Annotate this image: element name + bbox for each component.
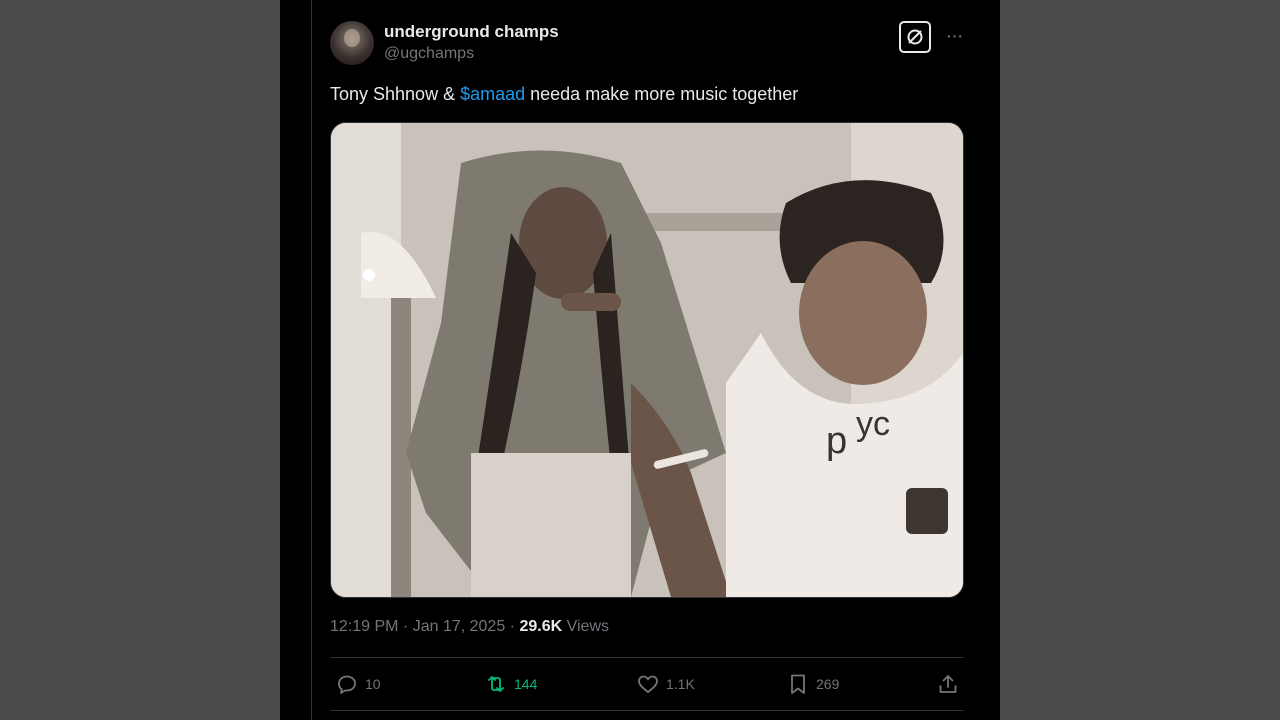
more-options-button[interactable]: ···	[942, 26, 966, 50]
reply-icon	[338, 675, 356, 694]
divider	[330, 657, 964, 658]
grok-icon	[907, 29, 923, 45]
divider	[330, 710, 964, 711]
author-handle[interactable]: @ugchamps	[384, 45, 474, 63]
thread-rail	[311, 0, 312, 720]
tweet-text-suffix: needa make more music together	[525, 84, 799, 104]
views-label: Views	[562, 618, 609, 635]
author-display-name[interactable]: underground champs	[384, 22, 559, 42]
reply-count: 10	[365, 676, 381, 692]
svg-text:yc: yc	[856, 405, 890, 443]
tweet-text: Tony Shhnow & $amaad needa make more mus…	[330, 84, 798, 105]
avatar[interactable]	[330, 21, 374, 65]
svg-text:p: p	[826, 420, 847, 462]
cashtag-link[interactable]: $amaad	[460, 84, 525, 104]
media-photo: p yc	[331, 123, 963, 597]
retweet-count: 144	[514, 676, 538, 692]
share-button[interactable]	[936, 672, 960, 696]
retweet-icon	[488, 676, 504, 692]
tweet-text-prefix: Tony Shhnow &	[330, 84, 461, 104]
tweet-media[interactable]: p yc	[330, 122, 964, 598]
like-count: 1.1K	[666, 676, 695, 692]
heart-icon	[638, 675, 658, 693]
bookmark-count: 269	[816, 676, 840, 692]
bookmark-icon	[791, 674, 805, 694]
more-dots-icon: ···	[945, 25, 964, 47]
tweet-meta: 12:19 PM · Jan 17, 2025 · 29.6K Views	[330, 618, 609, 636]
grok-button[interactable]	[899, 21, 931, 53]
share-icon	[939, 675, 957, 693]
bookmark-button[interactable]: 269	[786, 672, 839, 696]
meta-separator: ·	[505, 618, 520, 635]
timestamp-link[interactable]: 12:19 PM · Jan 17, 2025	[330, 618, 505, 635]
like-button[interactable]: 1.1K	[636, 672, 695, 696]
views-count: 29.6K	[519, 618, 563, 635]
reply-button[interactable]: 10	[335, 672, 381, 696]
retweet-button[interactable]: 144	[484, 672, 537, 696]
